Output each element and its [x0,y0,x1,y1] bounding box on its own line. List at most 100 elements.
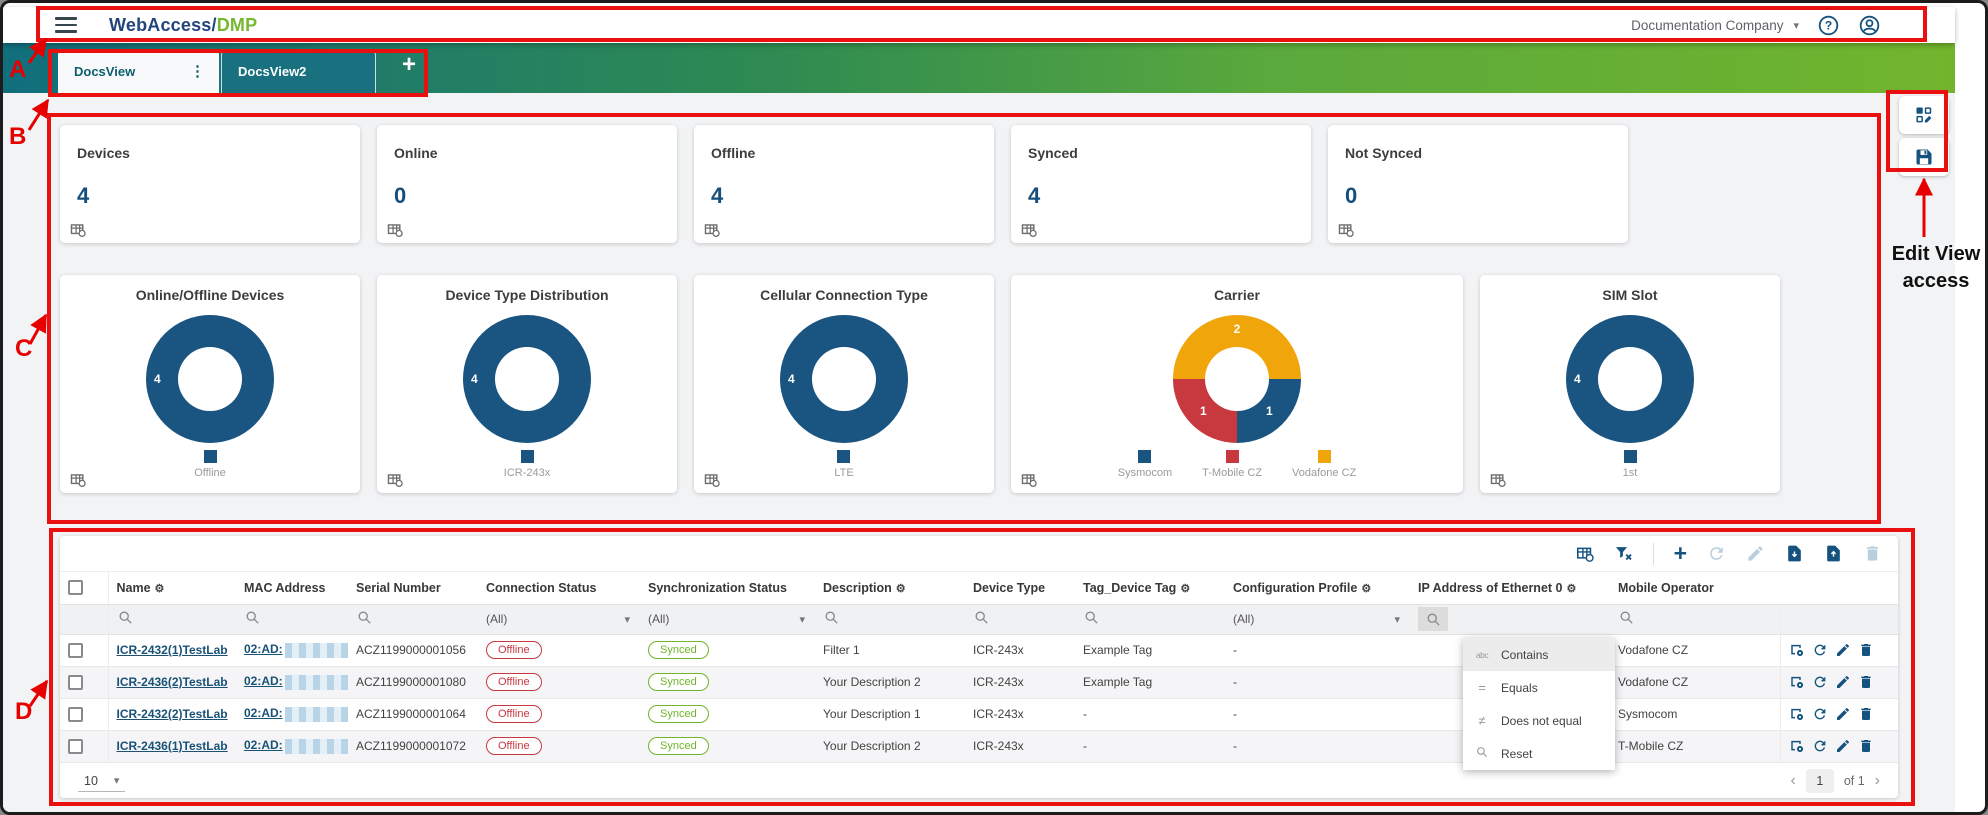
tab-docsview2[interactable]: DocsView2 [221,49,376,93]
row-checkbox[interactable] [68,643,83,658]
help-icon[interactable] [1817,14,1840,37]
menu-item-does-not-equal[interactable]: ≠ Does not equal [1463,704,1615,737]
apply-profile-icon[interactable] [1789,738,1805,754]
search-icon[interactable] [356,609,373,626]
search-icon[interactable] [1618,609,1635,626]
device-tag: Example Tag [1083,643,1152,657]
select-all-checkbox[interactable] [68,580,83,595]
col-header-connection[interactable]: Connection Status [478,572,640,604]
col-header-mac[interactable]: MAC Address [236,572,348,604]
connection-filter-select[interactable]: (All)▾ [486,612,632,626]
menu-item-equals[interactable]: = Equals [1463,671,1615,704]
col-header-tag[interactable]: Tag_Device Tag⚙ [1075,572,1225,604]
mac-address-link[interactable]: 02:AD: [244,642,283,656]
next-page-button[interactable]: › [1875,772,1880,790]
reboot-icon[interactable] [1707,544,1726,563]
apply-profile-icon[interactable] [1789,706,1805,722]
ip-filter-search-active[interactable] [1418,607,1448,631]
search-icon[interactable] [117,609,134,626]
tab-menu-icon[interactable]: ⋮ [186,62,209,80]
add-device-button[interactable]: + [1674,544,1687,563]
reboot-icon[interactable] [1812,642,1828,658]
mac-address-link[interactable]: 02:AD: [244,674,283,688]
device-name-link[interactable]: ICR-2436(1)TestLab [117,739,228,753]
device-name-link[interactable]: ICR-2432(2)TestLab [117,707,228,721]
import-icon[interactable] [1785,544,1804,563]
mac-address-link[interactable]: 02:AD: [244,738,283,752]
show-in-table-icon[interactable] [1337,221,1354,238]
clear-filters-icon[interactable] [1614,544,1633,563]
legend-swatch [1138,450,1151,463]
delete-icon[interactable] [1858,738,1874,754]
column-settings-icon[interactable]: ⚙ [1361,583,1371,595]
prev-page-button[interactable]: ‹ [1790,772,1795,790]
reboot-icon[interactable] [1812,674,1828,690]
apply-profile-icon[interactable] [1789,674,1805,690]
rows-per-page-select[interactable]: 10 ▾ [78,771,125,792]
column-settings-icon[interactable]: ⚙ [155,583,165,595]
edit-view-button[interactable] [1899,96,1949,134]
show-in-table-icon[interactable] [703,221,720,238]
row-checkbox[interactable] [68,707,83,722]
legend-label: Offline [194,467,226,479]
show-in-table-icon[interactable] [386,221,403,238]
edit-icon[interactable] [1835,738,1851,754]
apply-profile-icon[interactable] [1789,642,1805,658]
edit-icon[interactable] [1835,674,1851,690]
search-icon[interactable] [823,609,840,626]
current-page[interactable]: 1 [1806,769,1834,793]
delete-icon[interactable] [1863,544,1882,563]
delete-icon[interactable] [1858,706,1874,722]
device-name-link[interactable]: ICR-2436(2)TestLab [117,675,228,689]
config-profile: - [1233,707,1237,721]
show-in-table-icon[interactable] [386,471,403,488]
account-icon[interactable] [1858,14,1881,37]
col-header-sync[interactable]: Synchronization Status [640,572,815,604]
save-view-button[interactable] [1899,138,1949,176]
col-header-serial[interactable]: Serial Number [348,572,478,604]
sync-filter-select[interactable]: (All)▾ [648,612,807,626]
row-checkbox[interactable] [68,739,83,754]
column-settings-icon[interactable]: ⚙ [896,583,906,595]
col-header-name[interactable]: Name⚙ [108,572,236,604]
edit-icon[interactable] [1746,544,1765,563]
device-name-link[interactable]: ICR-2432(1)TestLab [117,643,228,657]
show-in-table-icon[interactable] [1020,471,1037,488]
col-header-device-type[interactable]: Device Type [965,572,1075,604]
delete-icon[interactable] [1858,674,1874,690]
profile-filter-select[interactable]: (All)▾ [1233,612,1402,626]
search-icon[interactable] [973,609,990,626]
delete-icon[interactable] [1858,642,1874,658]
tab-docsview[interactable]: DocsView ⋮ [58,49,219,93]
company-selector[interactable]: Documentation Company ▾ [1631,18,1799,33]
column-settings-icon[interactable]: ⚙ [1180,583,1190,595]
show-in-table-icon[interactable] [69,471,86,488]
col-header-description[interactable]: Description⚙ [815,572,965,604]
search-icon[interactable] [1083,609,1100,626]
donut-chart: 211 [1173,315,1301,443]
stat-label: Devices [77,145,130,161]
edit-icon[interactable] [1835,706,1851,722]
serial-number: ACZ1199000001056 [356,643,466,657]
show-in-table-icon[interactable] [1489,471,1506,488]
show-in-table-icon[interactable] [703,471,720,488]
mac-address-link[interactable]: 02:AD: [244,706,283,720]
column-settings-icon[interactable]: ⚙ [1566,583,1576,595]
serial-number: ACZ1199000001072 [356,739,466,753]
reboot-icon[interactable] [1812,738,1828,754]
menu-item-contains[interactable]: abc Contains [1463,638,1615,671]
hamburger-menu-icon[interactable] [55,17,77,33]
search-icon[interactable] [244,609,261,626]
row-checkbox[interactable] [68,675,83,690]
add-view-button[interactable]: + [391,43,427,87]
menu-item-reset[interactable]: Reset [1463,737,1615,770]
col-header-operator[interactable]: Mobile Operator [1610,572,1780,604]
col-header-profile[interactable]: Configuration Profile⚙ [1225,572,1410,604]
show-in-table-icon[interactable] [1020,221,1037,238]
edit-icon[interactable] [1835,642,1851,658]
col-header-ip[interactable]: IP Address of Ethernet 0⚙ [1410,572,1610,604]
column-chooser-icon[interactable] [1575,544,1594,563]
show-in-table-icon[interactable] [69,221,86,238]
reboot-icon[interactable] [1812,706,1828,722]
export-icon[interactable] [1824,544,1843,563]
